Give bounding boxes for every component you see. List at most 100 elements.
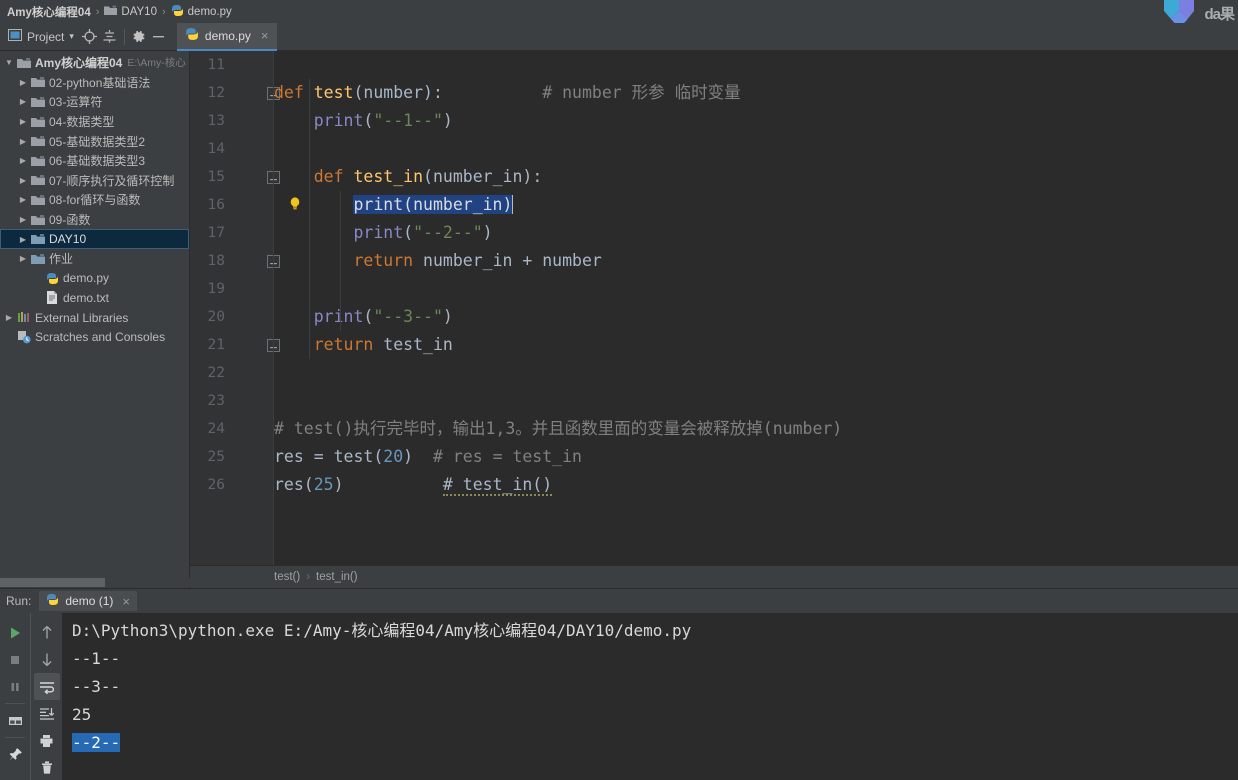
gutter-line-12[interactable]: 12 (190, 79, 280, 107)
breadcrumb-file[interactable]: demo.py (168, 4, 235, 20)
trash-icon[interactable] (34, 754, 60, 780)
sidebar-horizontal-scrollbar[interactable] (0, 578, 190, 587)
chevron-down-icon[interactable]: ▼ (2, 58, 16, 67)
tree-item-External Libraries[interactable]: ▶ External Libraries (0, 308, 189, 328)
tree-item-06-基础数据类型3[interactable]: ▶ 06-基础数据类型3 (0, 151, 189, 171)
code-token-def (443, 83, 542, 102)
titlebar-breadcrumb: Amy核心编程04 › DAY10 › demo.py da果 (0, 0, 1238, 28)
breadcrumb-folder-label: DAY10 (121, 5, 157, 18)
chevron-right-icon[interactable]: ▶ (16, 254, 30, 263)
chevron-right-icon[interactable]: ▶ (16, 78, 30, 87)
run-tab-demo[interactable]: demo (1) × (39, 591, 137, 611)
chevron-right-icon[interactable]: ▶ (16, 215, 30, 224)
code-line-24[interactable]: # test()执行完毕时，输出1,3。并且函数里面的变量会被释放掉(numbe… (274, 415, 1238, 443)
code-line-26[interactable]: res(25) # test_in() (274, 471, 1238, 499)
code-line-17[interactable]: print("--2--") (274, 219, 1238, 247)
breadcrumb-test[interactable]: test() (274, 571, 300, 583)
tree-item-07-顺序执行及循环控制[interactable]: ▶ 07-顺序执行及循环控制 (0, 171, 189, 191)
scroll-to-end-icon[interactable] (34, 700, 60, 727)
tree-item-05-基础数据类型2[interactable]: ▶ 05-基础数据类型2 (0, 131, 189, 151)
settings-gear-icon[interactable] (129, 23, 149, 51)
gutter-line-16[interactable]: 16 (190, 191, 300, 219)
chevron-right-icon[interactable]: ▶ (16, 176, 30, 185)
code-line-15[interactable]: def test_in(number_in): (274, 163, 1238, 191)
close-icon[interactable]: × (122, 594, 130, 609)
breadcrumb-project[interactable]: Amy核心编程04 (4, 4, 94, 20)
gutter-line-21[interactable]: 21 (190, 331, 280, 359)
chevron-right-icon[interactable]: ▶ (2, 313, 16, 322)
gutter-line-11[interactable]: 11 (190, 51, 273, 79)
code-line-21[interactable]: return test_in (274, 331, 1238, 359)
gutter-line-14[interactable]: 14 (190, 135, 273, 163)
arrow-down-icon[interactable] (34, 646, 60, 673)
pin-icon[interactable] (2, 741, 28, 768)
tree-item-demo.py[interactable]: demo.py (0, 269, 189, 289)
gutter-line-13[interactable]: 13 (190, 107, 273, 135)
gutter-line-22[interactable]: 22 (190, 359, 273, 387)
editor-gutter[interactable]: 11 12 13 14 15 16 17 18 19 20 21 22 23 24 25 26 (190, 51, 300, 588)
run-icon[interactable] (2, 619, 28, 646)
tree-item-08-for循环与函数[interactable]: ▶ 08-for循环与函数 (0, 190, 189, 210)
tree-item-04-数据类型[interactable]: ▶ 04-数据类型 (0, 112, 189, 132)
arrow-up-icon[interactable] (34, 619, 60, 646)
gutter-line-23[interactable]: 23 (190, 387, 273, 415)
print-icon[interactable] (34, 727, 60, 754)
gutter-line-26[interactable]: 26 (190, 471, 273, 499)
chevron-right-icon[interactable]: ▶ (16, 137, 30, 146)
chevron-right-icon[interactable]: ▶ (16, 117, 30, 126)
tree-item-Amy核心编程04[interactable]: ▼ Amy核心编程04 E:\Amy-核心 (0, 53, 189, 73)
gutter-line-19[interactable]: 19 (190, 275, 273, 303)
console-output[interactable]: D:\Python3\python.exe E:/Amy-核心编程04/Amy核… (62, 613, 1238, 780)
chevron-right-icon[interactable]: ▶ (16, 156, 30, 165)
editor-tab-demo-py[interactable]: demo.py × (176, 22, 277, 51)
breadcrumb-test-in[interactable]: test_in() (316, 571, 358, 583)
pause-icon[interactable] (2, 673, 28, 700)
tree-item-02-python基础语法[interactable]: ▶ 02-python基础语法 (0, 73, 189, 93)
chevron-right-icon[interactable]: ▶ (16, 235, 30, 244)
code-line-23[interactable] (274, 387, 1238, 415)
code-editor[interactable]: 11 12 13 14 15 16 17 18 19 20 21 22 23 24 25 26 def tes… (190, 51, 1238, 588)
tree-item-09-函数[interactable]: ▶ 09-函数 (0, 210, 189, 230)
line-number: 26 (207, 477, 225, 493)
project-tree-panel[interactable]: ▼ Amy核心编程04 E:\Amy-核心 ▶ 02-python基础语法 ▶ 03-运算符… (0, 51, 190, 588)
code-token-def: ( (403, 223, 414, 242)
tree-item-label: Scratches and Consoles (35, 330, 166, 345)
run-tool-window: Run: demo (1) × D:\Python3\python.exe E:… (0, 588, 1238, 780)
code-line-11[interactable] (274, 51, 1238, 79)
code-token-def: (number): (353, 83, 443, 102)
hide-panel-icon[interactable] (149, 23, 169, 51)
tree-item-DAY10[interactable]: ▶ DAY10 (0, 229, 189, 249)
close-icon[interactable]: × (261, 28, 269, 43)
toolbar-divider (5, 703, 25, 704)
code-line-18[interactable]: return number_in + number (274, 247, 1238, 275)
code-line-14[interactable] (274, 135, 1238, 163)
tree-item-作业[interactable]: ▶ 作业 (0, 249, 189, 269)
locate-icon[interactable] (80, 23, 100, 51)
soft-wrap-icon[interactable] (33, 673, 60, 700)
breadcrumb-sep: › (306, 571, 311, 583)
chevron-right-icon[interactable]: ▶ (16, 97, 30, 106)
breadcrumb-folder[interactable]: DAY10 (101, 5, 160, 19)
gutter-line-17[interactable]: 17 (190, 219, 273, 247)
code-line-13[interactable]: print("--1--") (274, 107, 1238, 135)
gutter-line-20[interactable]: 20 (190, 303, 273, 331)
code-line-22[interactable] (274, 359, 1238, 387)
tree-item-03-运算符[interactable]: ▶ 03-运算符 (0, 92, 189, 112)
gutter-line-24[interactable]: 24 (190, 415, 273, 443)
gutter-line-25[interactable]: 25 (190, 443, 273, 471)
gutter-line-15[interactable]: 15 (190, 163, 280, 191)
stop-icon[interactable] (2, 646, 28, 673)
code-line-12[interactable]: def test(number): # number 形参 临时变量 (274, 79, 1238, 107)
code-line-20[interactable]: print("--3--") (274, 303, 1238, 331)
tree-item-demo.txt[interactable]: demo.txt (0, 288, 189, 308)
gutter-line-18[interactable]: 18 (190, 247, 280, 275)
code-line-16[interactable]: print(number_in) (274, 191, 1238, 219)
code-line-25[interactable]: res = test(20) # res = test_in (274, 443, 1238, 471)
collapse-all-icon[interactable] (100, 23, 120, 51)
code-line-19[interactable] (274, 275, 1238, 303)
project-view-button[interactable]: Project ▾ (0, 23, 80, 51)
chevron-right-icon[interactable]: ▶ (16, 195, 30, 204)
tree-item-Scratches and Consoles[interactable]: Scratches and Consoles (0, 327, 189, 347)
layout-icon[interactable] (2, 707, 28, 734)
editor-code-area[interactable]: def test(number): # number 形参 临时变量 print… (274, 51, 1238, 588)
